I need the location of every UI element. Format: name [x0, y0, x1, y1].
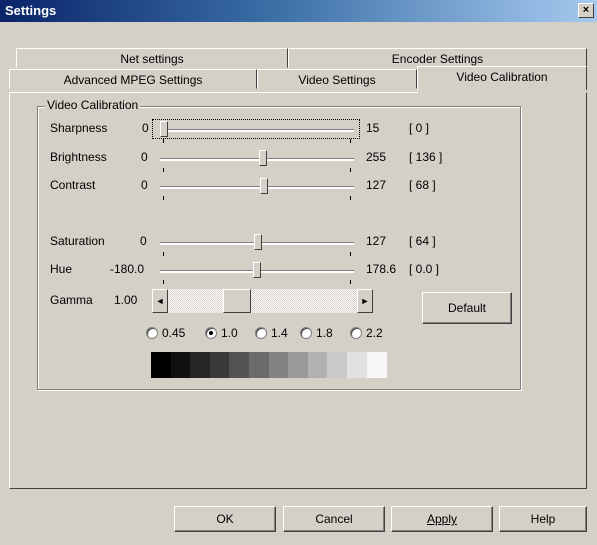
- tab-net-settings[interactable]: Net settings: [16, 48, 288, 68]
- window-title: Settings: [5, 3, 57, 18]
- sharpness-tick-min: [163, 139, 164, 143]
- default-button[interactable]: Default: [422, 292, 512, 324]
- gray-swatch: [268, 352, 289, 378]
- brightness-slider-thumb[interactable]: [259, 150, 268, 166]
- hue-tick-min: [163, 280, 164, 284]
- sharpness-min: 0: [142, 121, 149, 135]
- gray-swatch: [190, 352, 211, 378]
- saturation-tick-max: [350, 252, 351, 256]
- gray-swatch: [327, 352, 348, 378]
- tab-advanced-mpeg-settings[interactable]: Advanced MPEG Settings: [9, 69, 257, 89]
- title-bar: [0, 0, 597, 22]
- gamma-value: 1.00: [114, 293, 138, 307]
- hue-max: 178.6: [366, 262, 397, 276]
- gamma-label: Gamma: [50, 293, 93, 307]
- contrast-min: 0: [141, 178, 148, 192]
- gamma-radio-1-8[interactable]: [300, 327, 312, 339]
- gamma-option-label: 1.8: [316, 326, 333, 340]
- active-tab-joiner: [418, 90, 586, 94]
- saturation-max: 127: [366, 234, 387, 248]
- tab-video-calibration[interactable]: Video Calibration: [417, 66, 587, 90]
- contrast-tick-max: [350, 196, 351, 200]
- contrast-tick-min: [163, 196, 164, 200]
- saturation-current-value: [ 64 ]: [409, 234, 436, 248]
- gray-swatch: [288, 352, 309, 378]
- contrast-current-value: [ 68 ]: [409, 178, 436, 192]
- gamma-option-label: 1.0: [221, 326, 238, 340]
- gray-swatch: [347, 352, 367, 378]
- contrast-label: Contrast: [50, 178, 96, 192]
- saturation-label: Saturation: [50, 234, 105, 248]
- gamma-option-label: 2.2: [366, 326, 383, 340]
- brightness-current-value: [ 136 ]: [409, 150, 443, 164]
- gamma-radio-2-2[interactable]: [350, 327, 362, 339]
- gamma-radio-1-4[interactable]: [255, 327, 267, 339]
- gray-swatch: [170, 352, 191, 378]
- gamma-scrollbar[interactable]: ◄ ►: [152, 289, 373, 313]
- scroll-right-button[interactable]: ►: [357, 289, 373, 313]
- scroll-left-button[interactable]: ◄: [152, 289, 168, 313]
- gray-swatch: [209, 352, 230, 378]
- gray-swatch: [151, 352, 171, 378]
- saturation-min: 0: [140, 234, 147, 248]
- hue-tick-max: [350, 280, 351, 284]
- contrast-slider-thumb[interactable]: [259, 178, 268, 194]
- brightness-tick-min: [163, 168, 164, 172]
- close-button[interactable]: ×: [578, 3, 594, 18]
- tab-encoder-settings[interactable]: Encoder Settings: [288, 48, 587, 68]
- cancel-button[interactable]: Cancel: [283, 506, 385, 532]
- hue-min: -180.0: [110, 262, 145, 276]
- brightness-tick-max: [350, 168, 351, 172]
- contrast-max: 127: [366, 178, 387, 192]
- help-button[interactable]: Help: [499, 506, 587, 532]
- brightness-slider-track[interactable]: [160, 158, 354, 161]
- hue-label: Hue: [50, 262, 73, 276]
- sharpness-focus-rect: [152, 119, 360, 139]
- gamma-option-label: 0.45: [162, 326, 186, 340]
- ok-button[interactable]: OK: [174, 506, 276, 532]
- gray-swatch: [307, 352, 328, 378]
- gray-swatch: [249, 352, 269, 378]
- hue-current-value: [ 0.0 ]: [409, 262, 440, 276]
- hue-slider-thumb[interactable]: [253, 262, 262, 278]
- group-label: Video Calibration: [45, 98, 141, 112]
- gamma-radio-1-0[interactable]: [205, 327, 217, 339]
- contrast-slider-track[interactable]: [160, 186, 354, 189]
- tab-video-settings[interactable]: Video Settings: [257, 69, 417, 89]
- gray-swatch: [366, 352, 387, 378]
- saturation-tick-min: [163, 252, 164, 256]
- sharpness-label: Sharpness: [50, 121, 108, 135]
- brightness-label: Brightness: [50, 150, 107, 164]
- brightness-min: 0: [141, 150, 148, 164]
- gamma-scroll-thumb[interactable]: [223, 289, 251, 313]
- video-calibration-group: [37, 106, 521, 390]
- brightness-max: 255: [366, 150, 387, 164]
- gray-swatch: [229, 352, 250, 378]
- apply-button[interactable]: Apply: [391, 506, 493, 532]
- gamma-option-label: 1.4: [271, 326, 288, 340]
- gamma-radio-0-45[interactable]: [146, 327, 158, 339]
- saturation-slider-thumb[interactable]: [253, 234, 262, 250]
- sharpness-max: 15: [366, 121, 380, 135]
- apply-label: Apply: [426, 512, 458, 526]
- sharpness-tick-max: [350, 139, 351, 143]
- sharpness-current-value: [ 0 ]: [409, 121, 430, 135]
